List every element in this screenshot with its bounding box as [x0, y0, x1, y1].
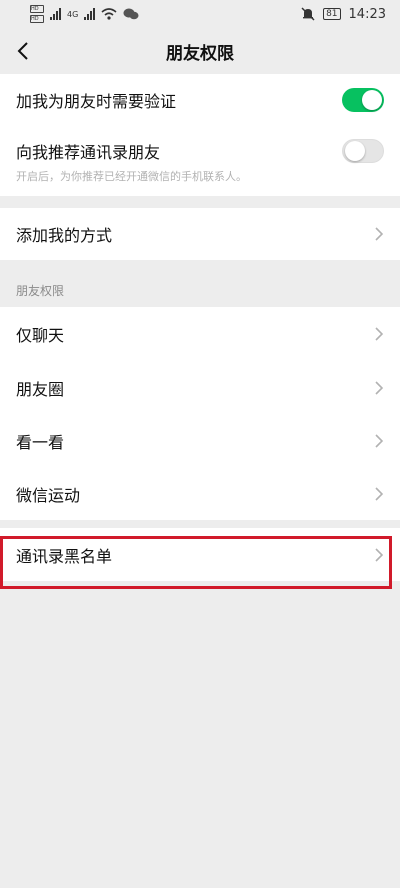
- status-right: 81 14:23: [301, 7, 386, 22]
- signal-icon: [50, 8, 61, 20]
- signal-icon-2: [84, 8, 96, 20]
- recommend-label: 向我推荐通讯录朋友: [16, 143, 161, 162]
- add-methods-row[interactable]: 添加我的方式: [0, 208, 400, 260]
- network-type: 4G: [67, 9, 79, 19]
- chevron-right-icon: [375, 227, 384, 241]
- toggle-knob: [345, 141, 365, 161]
- clock: 14:23: [348, 6, 386, 22]
- page-title: 朋友权限: [166, 43, 234, 64]
- chevron-right-icon: [375, 433, 384, 448]
- privacy-group: 加我为朋友时需要验证 向我推荐通讯录朋友 开启后，为你推荐已经开通微信的手机联系…: [0, 74, 400, 196]
- friend-permissions-header: 朋友权限: [16, 284, 65, 298]
- sim-indicators: HD HD: [30, 5, 44, 23]
- list-item-label: 微信运动: [16, 485, 81, 505]
- blacklist-label: 通讯录黑名单: [16, 546, 113, 566]
- recommend-toggle[interactable]: [342, 139, 384, 163]
- recommend-hint: 开启后，为你推荐已经开通微信的手机联系人。: [16, 170, 247, 183]
- blacklist-row[interactable]: 通讯录黑名单: [0, 528, 400, 581]
- status-left: HD HD 4G: [30, 5, 139, 23]
- list-item-moments[interactable]: 朋友圈: [0, 361, 400, 414]
- wifi-icon: [101, 8, 117, 20]
- list-item-chat-only[interactable]: 仅聊天: [0, 307, 400, 361]
- add-methods-group: 添加我的方式: [0, 208, 400, 260]
- battery-icon: 81: [323, 8, 341, 20]
- blacklist-group: 通讯录黑名单: [0, 528, 400, 581]
- add-methods-label: 添加我的方式: [16, 226, 113, 245]
- friend-permissions-group: 仅聊天 朋友圈 看一看 微信运动: [0, 307, 400, 520]
- verification-row: 加我为朋友时需要验证: [0, 74, 400, 126]
- status-bar: HD HD 4G 81 14:23: [0, 0, 400, 28]
- chevron-right-icon: [375, 547, 384, 562]
- toggle-knob: [362, 90, 382, 110]
- verification-label: 加我为朋友时需要验证: [16, 92, 177, 111]
- chevron-left-icon: [17, 42, 28, 60]
- chevron-right-icon: [375, 327, 384, 341]
- mute-bell-icon: [301, 7, 315, 21]
- chevron-right-icon: [375, 486, 384, 501]
- list-item-label: 仅聊天: [16, 326, 65, 345]
- list-item-label: 朋友圈: [16, 379, 65, 399]
- chevron-right-icon: [375, 380, 384, 395]
- list-item-label: 看一看: [16, 432, 65, 452]
- sim-2-badge: HD: [30, 15, 44, 23]
- back-button[interactable]: [8, 36, 38, 66]
- verification-toggle[interactable]: [342, 88, 384, 112]
- navigation-bar: 朋友权限: [0, 28, 400, 74]
- sim-1-badge: HD: [30, 5, 44, 13]
- wechat-icon: [123, 8, 139, 20]
- list-item-werun[interactable]: 微信运动: [0, 467, 400, 520]
- list-item-top-stories[interactable]: 看一看: [0, 414, 400, 467]
